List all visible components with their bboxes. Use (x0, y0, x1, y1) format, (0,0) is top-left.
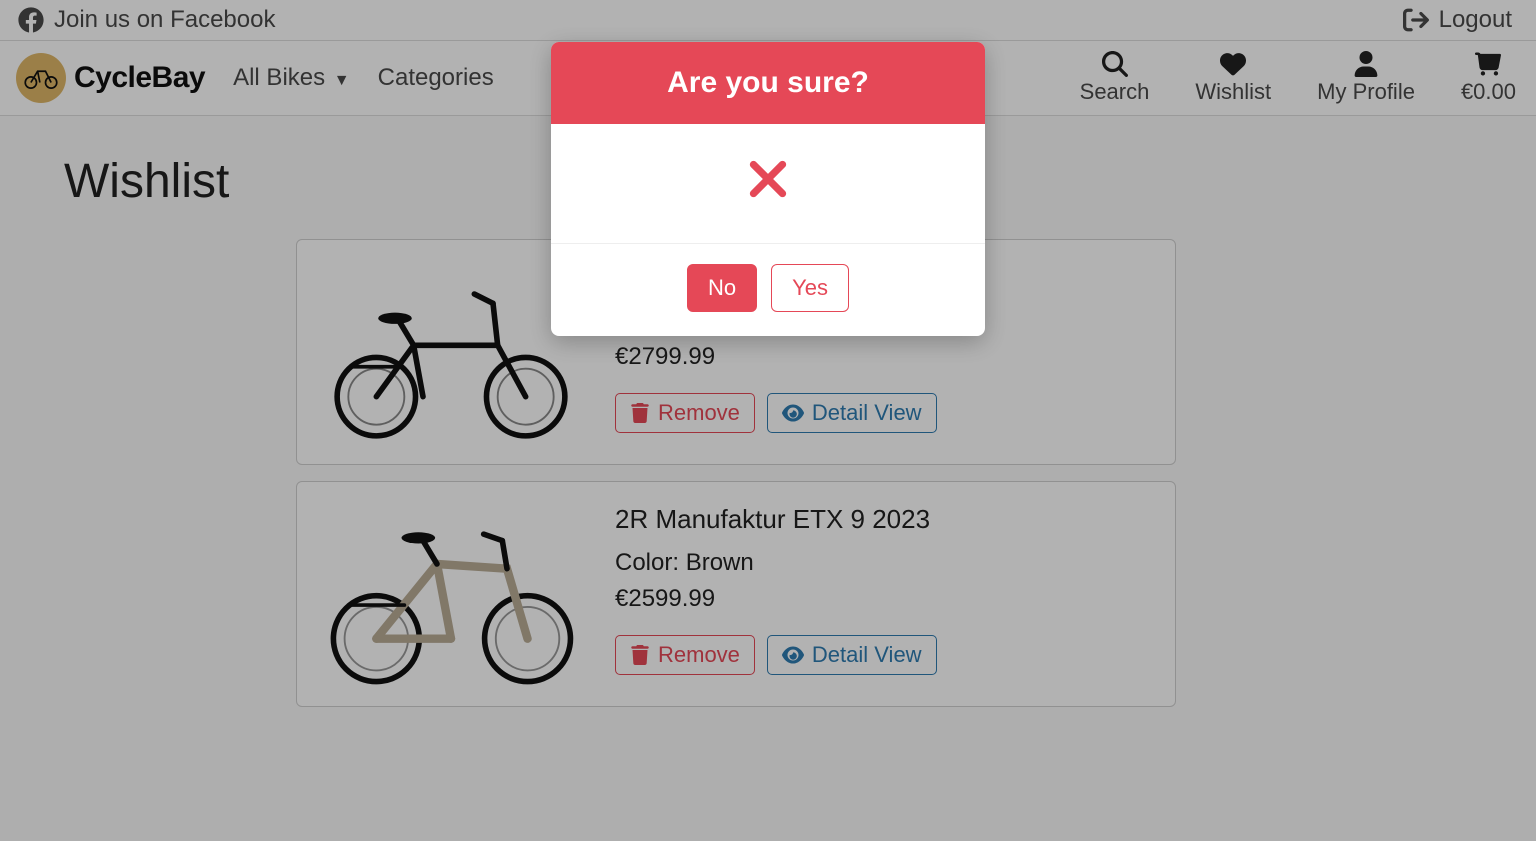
modal-title: Are you sure? (551, 42, 985, 124)
modal-no-button[interactable]: No (687, 264, 757, 312)
close-icon (739, 150, 797, 208)
confirm-modal: Are you sure? No Yes (551, 42, 985, 336)
modal-overlay[interactable]: Are you sure? No Yes (0, 0, 1536, 841)
modal-footer: No Yes (551, 244, 985, 336)
modal-body (551, 124, 985, 244)
modal-yes-button[interactable]: Yes (771, 264, 849, 312)
